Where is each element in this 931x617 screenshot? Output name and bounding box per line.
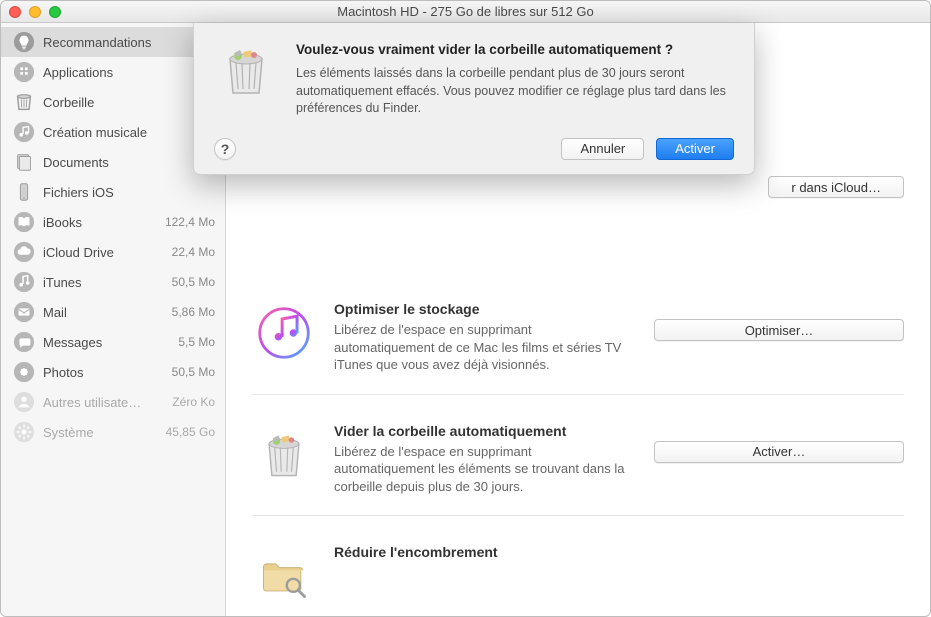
applications-icon [13,61,35,83]
sidebar-item-size: 50,5 Mo [172,275,215,289]
store-in-icloud-button[interactable]: r dans iCloud… [768,176,904,198]
sidebar-item-icloud-drive[interactable]: iCloud Drive 22,4 Mo [1,237,225,267]
sidebar-item-mail[interactable]: Mail 5,86 Mo [1,297,225,327]
recommendation-description: Libérez de l'espace en supprimant automa… [334,443,634,496]
recommendation-title: Réduire l'encombrement [334,544,634,560]
messages-icon [13,331,35,353]
sidebar-item-ios-files[interactable]: Fichiers iOS [1,177,225,207]
recommendation-title: Vider la corbeille automatiquement [334,423,634,439]
sidebar-item-ibooks[interactable]: iBooks 122,4 Mo [1,207,225,237]
minimize-window-icon[interactable] [29,6,41,18]
sidebar-item-photos[interactable]: Photos 50,5 Mo [1,357,225,387]
gear-icon [13,421,35,443]
recommendation-empty-trash: Vider la corbeille automatiquement Libér… [252,395,904,517]
button-label: Activer… [753,444,806,459]
sidebar-item-recommendations[interactable]: Recommandations [1,27,225,57]
zoom-window-icon[interactable] [49,6,61,18]
sidebar-item-applications[interactable]: Applications [1,57,225,87]
photos-icon [13,361,35,383]
sidebar-item-label: Création musicale [43,125,215,140]
sidebar-item-label: iTunes [43,275,164,290]
button-label: Annuler [580,141,625,156]
recommendation-description: Libérez de l'espace en supprimant automa… [334,321,634,374]
trash-icon [13,91,35,113]
trash-full-icon [252,423,316,487]
close-window-icon[interactable] [9,6,21,18]
help-button[interactable]: ? [214,138,236,160]
documents-icon [13,151,35,173]
trash-full-icon [214,41,278,105]
activate-auto-trash-button[interactable]: Activer… [654,441,904,463]
recommendation-title: Optimiser le stockage [334,301,634,317]
cancel-button[interactable]: Annuler [561,138,644,160]
sidebar-item-size: Zéro Ko [172,395,215,409]
music-creation-icon [13,121,35,143]
sidebar-item-other-users[interactable]: Autres utilisate… Zéro Ko [1,387,225,417]
sidebar-item-music-creation[interactable]: Création musicale [1,117,225,147]
button-label: Activer [675,141,715,156]
sidebar-item-documents[interactable]: Documents [1,147,225,177]
sidebar-item-label: Documents [43,155,215,170]
help-icon: ? [221,141,230,157]
sidebar-item-label: Mail [43,305,164,320]
traffic-lights [9,6,61,18]
mail-icon [13,301,35,323]
button-label: r dans iCloud… [791,180,881,195]
sidebar-item-label: Recommandations [43,35,215,50]
button-label: Optimiser… [745,323,814,338]
window-title: Macintosh HD - 275 Go de libres sur 512 … [1,4,930,19]
sidebar-item-label: Messages [43,335,170,350]
sidebar-item-itunes[interactable]: iTunes 50,5 Mo [1,267,225,297]
folder-search-icon [252,544,316,608]
confirm-dialog: Voulez-vous vraiment vider la corbeille … [193,23,755,175]
sidebar-item-messages[interactable]: Messages 5,5 Mo [1,327,225,357]
dialog-title: Voulez-vous vraiment vider la corbeille … [296,41,734,59]
sidebar-item-label: Système [43,425,158,440]
sidebar-item-label: Corbeille [43,95,215,110]
sidebar-item-size: 50,5 Mo [172,365,215,379]
sidebar-item-size: 45,85 Go [166,425,215,439]
sidebar-item-size: 22,4 Mo [172,245,215,259]
cloud-icon [13,241,35,263]
recommendation-reduce-clutter: Réduire l'encombrement [252,516,904,617]
recommendation-optimize-storage: Optimiser le stockage Libérez de l'espac… [252,273,904,395]
sidebar-item-system[interactable]: Système 45,85 Go [1,417,225,447]
itunes-color-icon [252,301,316,365]
optimize-button[interactable]: Optimiser… [654,319,904,341]
sidebar-item-label: Fichiers iOS [43,185,215,200]
dialog-description: Les éléments laissés dans la corbeille p… [296,65,734,118]
lightbulb-icon [13,31,35,53]
storage-management-window: Macintosh HD - 275 Go de libres sur 512 … [0,0,931,617]
sidebar-item-label: Photos [43,365,164,380]
sidebar-item-label: iBooks [43,215,157,230]
sidebar-item-size: 122,4 Mo [165,215,215,229]
book-icon [13,211,35,233]
sidebar-item-label: Autres utilisate… [43,395,164,410]
sidebar-item-size: 5,86 Mo [172,305,215,319]
itunes-icon [13,271,35,293]
confirm-button[interactable]: Activer [656,138,734,160]
sidebar-item-label: Applications [43,65,215,80]
users-icon [13,391,35,413]
sidebar-item-label: iCloud Drive [43,245,164,260]
phone-icon [13,181,35,203]
sidebar-item-trash[interactable]: Corbeille [1,87,225,117]
titlebar: Macintosh HD - 275 Go de libres sur 512 … [1,1,930,23]
sidebar-item-size: 5,5 Mo [178,335,215,349]
